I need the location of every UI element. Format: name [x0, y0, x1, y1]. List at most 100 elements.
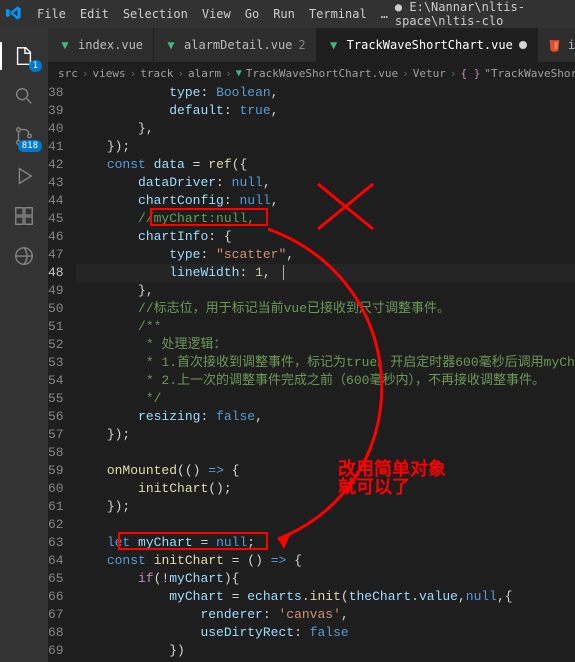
menu-view[interactable]: View: [195, 7, 238, 21]
code-line[interactable]: * 1.首次接收到调整事件，标记为true。开启定时器600毫秒后调用myCha…: [76, 354, 575, 372]
code-line[interactable]: let myChart = null;: [76, 534, 575, 552]
symbol-icon: { }: [460, 67, 480, 80]
code-line[interactable]: chartConfig: null,: [76, 192, 575, 210]
editor-tabs: ▼ index.vue ▼ alarmDetail.vue 2 ▼ TrackW…: [48, 28, 575, 62]
code-line[interactable]: lineWidth: 1,: [76, 264, 575, 282]
code-line[interactable]: * 2.上一次的调整事件完成之前（600毫秒内），不再接收调整事件。: [76, 372, 575, 390]
code-line[interactable]: useDirtyRect: false: [76, 624, 575, 642]
code-line[interactable]: //标志位，用于标记当前vue已接收到尺寸调整事件。: [76, 300, 575, 318]
code-line[interactable]: const initChart = () => {: [76, 552, 575, 570]
activity-run-debug[interactable]: [10, 162, 38, 190]
line-number: 53: [48, 354, 64, 372]
breadcrumb-item[interactable]: "TrackWaveShortChart.vue": [484, 67, 575, 80]
activity-remote[interactable]: [10, 242, 38, 270]
line-number: 60: [48, 480, 64, 498]
breadcrumb-item[interactable]: track: [140, 67, 173, 80]
code-line[interactable]: [76, 516, 575, 534]
line-number: 68: [48, 624, 64, 642]
tab-label: index.vue: [78, 38, 143, 52]
code-line[interactable]: });: [76, 138, 575, 156]
tab-index-html[interactable]: index.html: [538, 28, 575, 62]
breadcrumbs[interactable]: src› views› track› alarm› ▼ TrackWaveSho…: [48, 62, 575, 84]
code-line[interactable]: [76, 444, 575, 462]
code-line[interactable]: /**: [76, 318, 575, 336]
tab-label: TrackWaveShortChart.vue: [347, 38, 513, 52]
code-line[interactable]: renderer: 'canvas',: [76, 606, 575, 624]
code-line[interactable]: });: [76, 498, 575, 516]
menu-edit[interactable]: Edit: [73, 7, 116, 21]
code-line[interactable]: });: [76, 426, 575, 444]
line-number: 57: [48, 426, 64, 444]
code-content[interactable]: type: Boolean, default: true, }, }); con…: [76, 84, 575, 662]
code-line[interactable]: }): [76, 642, 575, 660]
vue-file-icon: ▼: [327, 38, 341, 52]
line-number: 50: [48, 300, 64, 318]
code-line[interactable]: if(!myChart){: [76, 570, 575, 588]
line-number-gutter: 3839404142434445464748495051525354555657…: [48, 84, 76, 662]
tab-trackwaveshortchart-vue[interactable]: ▼ TrackWaveShortChart.vue: [317, 28, 538, 62]
modified-indicator-icon: [519, 41, 527, 49]
line-number: 61: [48, 498, 64, 516]
scm-badge: 818: [18, 140, 42, 152]
vscode-logo-icon: [6, 5, 22, 24]
breadcrumb-item[interactable]: TrackWaveShortChart.vue: [246, 67, 398, 80]
menu-run[interactable]: Run: [266, 7, 302, 21]
line-number: 65: [48, 570, 64, 588]
vue-file-icon: ▼: [164, 38, 178, 52]
menu-file[interactable]: File: [30, 7, 73, 21]
tab-label: alarmDetail.vue: [184, 38, 292, 52]
line-number: 56: [48, 408, 64, 426]
line-number: 67: [48, 606, 64, 624]
line-number: 55: [48, 390, 64, 408]
code-line[interactable]: chartInfo: {: [76, 228, 575, 246]
breadcrumb-item[interactable]: alarm: [188, 67, 221, 80]
line-number: 42: [48, 156, 64, 174]
line-number: 45: [48, 210, 64, 228]
breadcrumb-item[interactable]: views: [93, 67, 126, 80]
code-line[interactable]: //myChart:null,: [76, 210, 575, 228]
activity-source-control[interactable]: 818: [10, 122, 38, 150]
code-line[interactable]: myChart = echarts.init(theChart.value,nu…: [76, 588, 575, 606]
breadcrumb-item[interactable]: src: [58, 67, 78, 80]
code-line[interactable]: default: true,: [76, 102, 575, 120]
code-line[interactable]: * 处理逻辑：: [76, 336, 575, 354]
line-number: 63: [48, 534, 64, 552]
line-number: 39: [48, 102, 64, 120]
code-line[interactable]: resizing: false,: [76, 408, 575, 426]
menu-more[interactable]: …: [374, 7, 395, 21]
line-number: 38: [48, 84, 64, 102]
code-line[interactable]: type: Boolean,: [76, 84, 575, 102]
vue-file-icon: ▼: [58, 38, 72, 52]
code-line[interactable]: dataDriver: null,: [76, 174, 575, 192]
tab-count: 2: [298, 38, 305, 52]
vue-file-icon: ▼: [236, 66, 242, 80]
code-line[interactable]: */: [76, 390, 575, 408]
line-number: 54: [48, 372, 64, 390]
breadcrumb-item[interactable]: Vetur: [413, 67, 446, 80]
line-number: 52: [48, 336, 64, 354]
menu-go[interactable]: Go: [238, 7, 266, 21]
code-line[interactable]: const data = ref({: [76, 156, 575, 174]
line-number: 44: [48, 192, 64, 210]
code-editor[interactable]: 3839404142434445464748495051525354555657…: [48, 84, 575, 662]
menu-terminal[interactable]: Terminal: [302, 7, 374, 21]
line-number: 69: [48, 642, 64, 660]
line-number: 49: [48, 282, 64, 300]
line-number: 47: [48, 246, 64, 264]
code-line[interactable]: },: [76, 120, 575, 138]
activity-search[interactable]: [10, 82, 38, 110]
line-number: 41: [48, 138, 64, 156]
code-line[interactable]: },: [76, 282, 575, 300]
activity-explorer[interactable]: 1: [10, 42, 38, 70]
line-number: 66: [48, 588, 64, 606]
code-line[interactable]: onMounted(() => {: [76, 462, 575, 480]
menu-selection[interactable]: Selection: [116, 7, 195, 21]
activity-bar: 1 818: [0, 28, 48, 662]
html-file-icon: [548, 38, 562, 52]
code-line[interactable]: type: "scatter",: [76, 246, 575, 264]
code-line[interactable]: initChart();: [76, 480, 575, 498]
tab-alarmdetail-vue[interactable]: ▼ alarmDetail.vue 2: [154, 28, 317, 62]
tab-index-vue[interactable]: ▼ index.vue: [48, 28, 154, 62]
editor-area: ▼ index.vue ▼ alarmDetail.vue 2 ▼ TrackW…: [48, 28, 575, 662]
activity-extensions[interactable]: [10, 202, 38, 230]
